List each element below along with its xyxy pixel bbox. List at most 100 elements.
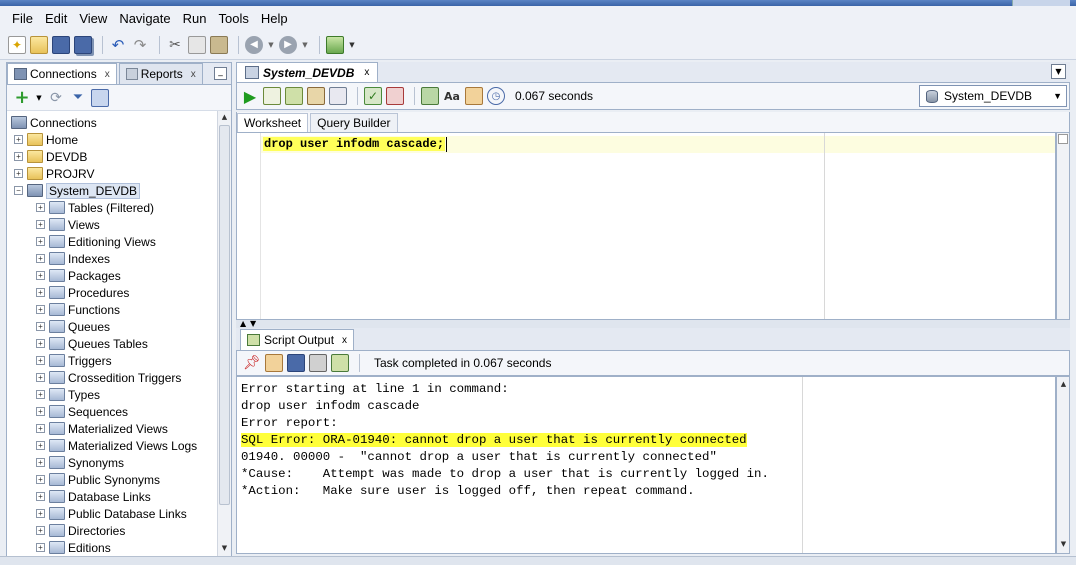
sql-run-icon[interactable]: [326, 35, 344, 54]
commit-icon[interactable]: ✓: [364, 87, 382, 105]
menu-file[interactable]: File: [12, 11, 33, 26]
editor-scrollbar[interactable]: [1056, 132, 1070, 320]
print-icon[interactable]: [309, 354, 327, 372]
dropdown-arrow-icon[interactable]: ▼: [35, 89, 43, 107]
dropdown-arrow-icon[interactable]: ▼: [301, 36, 309, 54]
connection-select[interactable]: System_DEVDB ▼: [919, 85, 1067, 107]
expand-icon[interactable]: +: [36, 509, 45, 518]
expand-icon[interactable]: +: [36, 322, 45, 331]
expand-icon[interactable]: +: [36, 543, 45, 552]
tree-child-node[interactable]: + Views: [36, 216, 100, 233]
tree-child-node[interactable]: + Public Database Links: [36, 505, 187, 522]
tree-child-node[interactable]: + Indexes: [36, 250, 110, 267]
copy-icon[interactable]: [188, 35, 206, 54]
cut-icon[interactable]: ✂: [166, 36, 184, 54]
sql-tuning-icon[interactable]: [329, 87, 347, 105]
tree-node[interactable]: + PROJRV: [14, 165, 94, 182]
tree-node[interactable]: + DEVDB: [14, 148, 87, 165]
expand-icon[interactable]: +: [14, 152, 23, 161]
tree-scrollbar[interactable]: ▲ ▼: [217, 111, 231, 557]
expand-icon[interactable]: +: [36, 475, 45, 484]
autotrace-icon[interactable]: [285, 87, 303, 105]
sql-statement[interactable]: drop user infodm cascade;: [263, 137, 446, 151]
tree-child-node[interactable]: + Editions: [36, 539, 111, 556]
dropdown-arrow-icon[interactable]: ▼: [267, 36, 275, 54]
collapse-icon[interactable]: −: [14, 186, 23, 195]
sql-editor[interactable]: drop user infodm cascade;: [236, 132, 1056, 320]
output-scrollbar[interactable]: ▲ ▼: [1056, 376, 1070, 554]
expand-icon[interactable]: +: [36, 373, 45, 382]
tree-child-node[interactable]: + Public Synonyms: [36, 471, 160, 488]
menu-edit[interactable]: Edit: [45, 11, 67, 26]
rollback-icon[interactable]: [386, 87, 404, 105]
tree-child-node[interactable]: + Database Links: [36, 488, 151, 505]
explain-plan-icon[interactable]: [307, 87, 325, 105]
refresh-icon[interactable]: ⟳: [47, 89, 65, 107]
tab-worksheet-system-devdb[interactable]: System_DEVDB x: [236, 62, 379, 82]
export-icon[interactable]: [331, 354, 349, 372]
expand-icon[interactable]: +: [14, 135, 23, 144]
run-statement-icon[interactable]: ▶: [241, 87, 259, 106]
expand-icon[interactable]: +: [36, 390, 45, 399]
tab-query-builder[interactable]: Query Builder: [310, 113, 398, 132]
scrollbar-thumb[interactable]: [219, 125, 230, 505]
close-icon[interactable]: x: [364, 67, 369, 78]
expand-icon[interactable]: +: [36, 237, 45, 246]
tree-child-node[interactable]: + Materialized Views: [36, 420, 168, 437]
tree-child-node[interactable]: + Tables (Filtered): [36, 199, 154, 216]
format-icon[interactable]: Aa: [443, 87, 461, 105]
tree-child-node[interactable]: + Packages: [36, 267, 121, 284]
expand-icon[interactable]: +: [36, 203, 45, 212]
tree-root-connections[interactable]: Connections: [11, 114, 97, 131]
run-script-icon[interactable]: [263, 87, 281, 105]
tree-child-node[interactable]: + Synonyms: [36, 454, 124, 471]
history-icon[interactable]: ◷: [487, 87, 505, 105]
tree-child-node[interactable]: + Materialized Views Logs: [36, 437, 197, 454]
save-all-icon[interactable]: [74, 35, 92, 54]
menu-tools[interactable]: Tools: [218, 11, 248, 26]
clear-icon[interactable]: [465, 87, 483, 105]
tree-child-node[interactable]: + Queues Tables: [36, 335, 148, 352]
expand-icon[interactable]: +: [36, 407, 45, 416]
expand-icon[interactable]: +: [36, 356, 45, 365]
undo-icon[interactable]: ↶: [109, 36, 127, 54]
panel-splitter[interactable]: ▲ ▼: [236, 319, 1070, 328]
scroll-up-icon[interactable]: ▲: [1058, 379, 1069, 390]
scroll-up-icon[interactable]: ▲: [219, 112, 230, 123]
tree-child-node[interactable]: + Procedures: [36, 284, 129, 301]
tree-child-node[interactable]: + Sequences: [36, 403, 128, 420]
scroll-down-icon[interactable]: ▼: [1058, 539, 1069, 550]
pin-icon[interactable]: 📌︎: [243, 354, 261, 372]
close-icon[interactable]: x: [105, 69, 110, 80]
tab-connections[interactable]: Connections x: [7, 63, 117, 84]
expand-icon[interactable]: +: [36, 339, 45, 348]
clear-output-icon[interactable]: [265, 354, 283, 372]
expand-icon[interactable]: +: [36, 458, 45, 467]
save-icon[interactable]: [52, 35, 70, 54]
script-output-pane[interactable]: Error starting at line 1 in command: drop…: [236, 376, 1056, 554]
tree-child-node[interactable]: + Editioning Views: [36, 233, 156, 250]
expand-icon[interactable]: +: [36, 492, 45, 501]
dropdown-arrow-icon[interactable]: ▼: [348, 36, 356, 54]
menu-navigate[interactable]: Navigate: [119, 11, 170, 26]
tree-child-node[interactable]: + Functions: [36, 301, 120, 318]
forward-icon[interactable]: ▶: [279, 35, 297, 54]
add-connection-icon[interactable]: +: [13, 87, 31, 108]
menu-run[interactable]: Run: [183, 11, 207, 26]
tree-child-node[interactable]: + Types: [36, 386, 100, 403]
tree-child-node[interactable]: + Queues: [36, 318, 110, 335]
expand-icon[interactable]: +: [36, 220, 45, 229]
tree-child-node[interactable]: + Crossedition Triggers: [36, 369, 181, 386]
save-output-icon[interactable]: [287, 354, 305, 372]
tree-node[interactable]: − System_DEVDB: [14, 182, 141, 199]
menu-help[interactable]: Help: [261, 11, 288, 26]
expand-icon[interactable]: +: [36, 526, 45, 535]
collapse-up-icon[interactable]: ▲: [240, 319, 246, 328]
redo-icon[interactable]: ↷: [131, 36, 149, 54]
tab-worksheet[interactable]: Worksheet: [237, 113, 309, 132]
paste-icon[interactable]: [210, 35, 228, 54]
filter-icon[interactable]: ⏷: [69, 89, 87, 107]
tree-child-node[interactable]: + Triggers: [36, 352, 112, 369]
expand-icon[interactable]: +: [36, 441, 45, 450]
scroll-down-icon[interactable]: ▼: [219, 543, 230, 554]
